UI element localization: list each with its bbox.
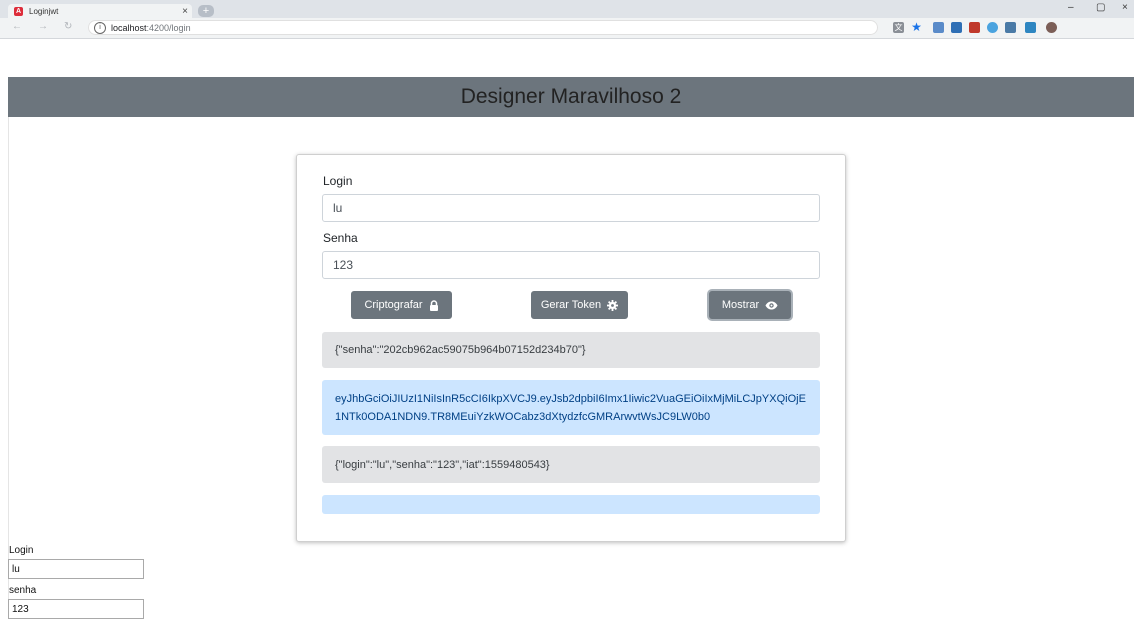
encrypt-button-label: Criptografar <box>364 299 423 311</box>
pdf-icon[interactable] <box>969 22 980 33</box>
show-button-label: Mostrar <box>721 299 760 311</box>
generate-token-button-label: Gerar Token <box>540 299 602 311</box>
new-tab-button[interactable]: + <box>198 5 214 17</box>
back-icon[interactable]: ← <box>12 21 22 32</box>
angular-icon: A <box>14 6 23 16</box>
bottom-login-input[interactable] <box>8 559 144 579</box>
extension-icon[interactable] <box>951 22 962 33</box>
address-bar[interactable]: i localhost:4200/login <box>88 20 878 35</box>
bottom-login-label: Login <box>9 545 34 556</box>
url-path: :4200/login <box>146 22 191 33</box>
minimize-icon[interactable]: – <box>1068 2 1074 13</box>
avatar[interactable] <box>1046 22 1057 33</box>
translate-icon[interactable]: 文 <box>893 22 904 33</box>
eye-icon <box>765 301 778 310</box>
info-icon[interactable]: i <box>94 21 106 34</box>
tab-close-icon[interactable]: × <box>178 6 192 17</box>
senha-input[interactable] <box>322 251 820 279</box>
lock-icon <box>429 299 439 311</box>
url-host: localhost <box>111 22 147 33</box>
login-label: Login <box>323 174 353 188</box>
extension-icon[interactable] <box>1005 22 1016 33</box>
extension-icon[interactable] <box>1025 22 1036 33</box>
browser-titlebar: A Loginjwt × + – ▢ × <box>0 0 1134 18</box>
star-icon[interactable]: ★ <box>911 21 922 33</box>
bottom-senha-label: senha <box>9 585 37 596</box>
maximize-icon[interactable]: ▢ <box>1096 2 1105 13</box>
tab-title: Loginjwt <box>29 6 59 16</box>
decoded-result-alert: {"login":"lu","senha":"123","iat":155948… <box>322 446 820 483</box>
generate-token-button[interactable]: Gerar Token <box>531 291 628 319</box>
bottom-senha-input[interactable] <box>8 599 144 619</box>
browser-toolbar: ← → ↻ i localhost:4200/login 文 ★ <box>0 18 1134 39</box>
show-button[interactable]: Mostrar <box>709 291 791 319</box>
hash-result-text: {"senha":"202cb962ac59075b964b07152d234b… <box>335 344 586 356</box>
encrypt-button[interactable]: Criptografar <box>351 291 452 319</box>
token-result-alert: eyJhbGciOiJIUzI1NiIsInR5cCI6IkpXVCJ9.eyJ… <box>322 380 820 435</box>
divider <box>8 117 9 619</box>
extension-icon[interactable] <box>987 22 998 33</box>
browser-tab[interactable]: A Loginjwt × <box>8 4 192 18</box>
login-card: Login Senha Criptografar Gerar Token Mos… <box>296 154 846 542</box>
close-window-icon[interactable]: × <box>1122 2 1128 13</box>
token-result-text: eyJhbGciOiJIUzI1NiIsInR5cCI6IkpXVCJ9.eyJ… <box>335 392 806 423</box>
page-title: Designer Maravilhoso 2 <box>460 85 682 108</box>
extension-icon[interactable] <box>933 22 944 33</box>
senha-label: Senha <box>323 231 358 245</box>
gear-icon <box>607 299 619 311</box>
hash-result-alert: {"senha":"202cb962ac59075b964b07152d234b… <box>322 332 820 368</box>
empty-result-alert <box>322 495 820 514</box>
login-input[interactable] <box>322 194 820 222</box>
forward-icon[interactable]: → <box>38 21 48 32</box>
decoded-result-text: {"login":"lu","senha":"123","iat":155948… <box>335 458 550 471</box>
app-header: Designer Maravilhoso 2 <box>8 77 1134 117</box>
reload-icon[interactable]: ↻ <box>64 21 72 32</box>
